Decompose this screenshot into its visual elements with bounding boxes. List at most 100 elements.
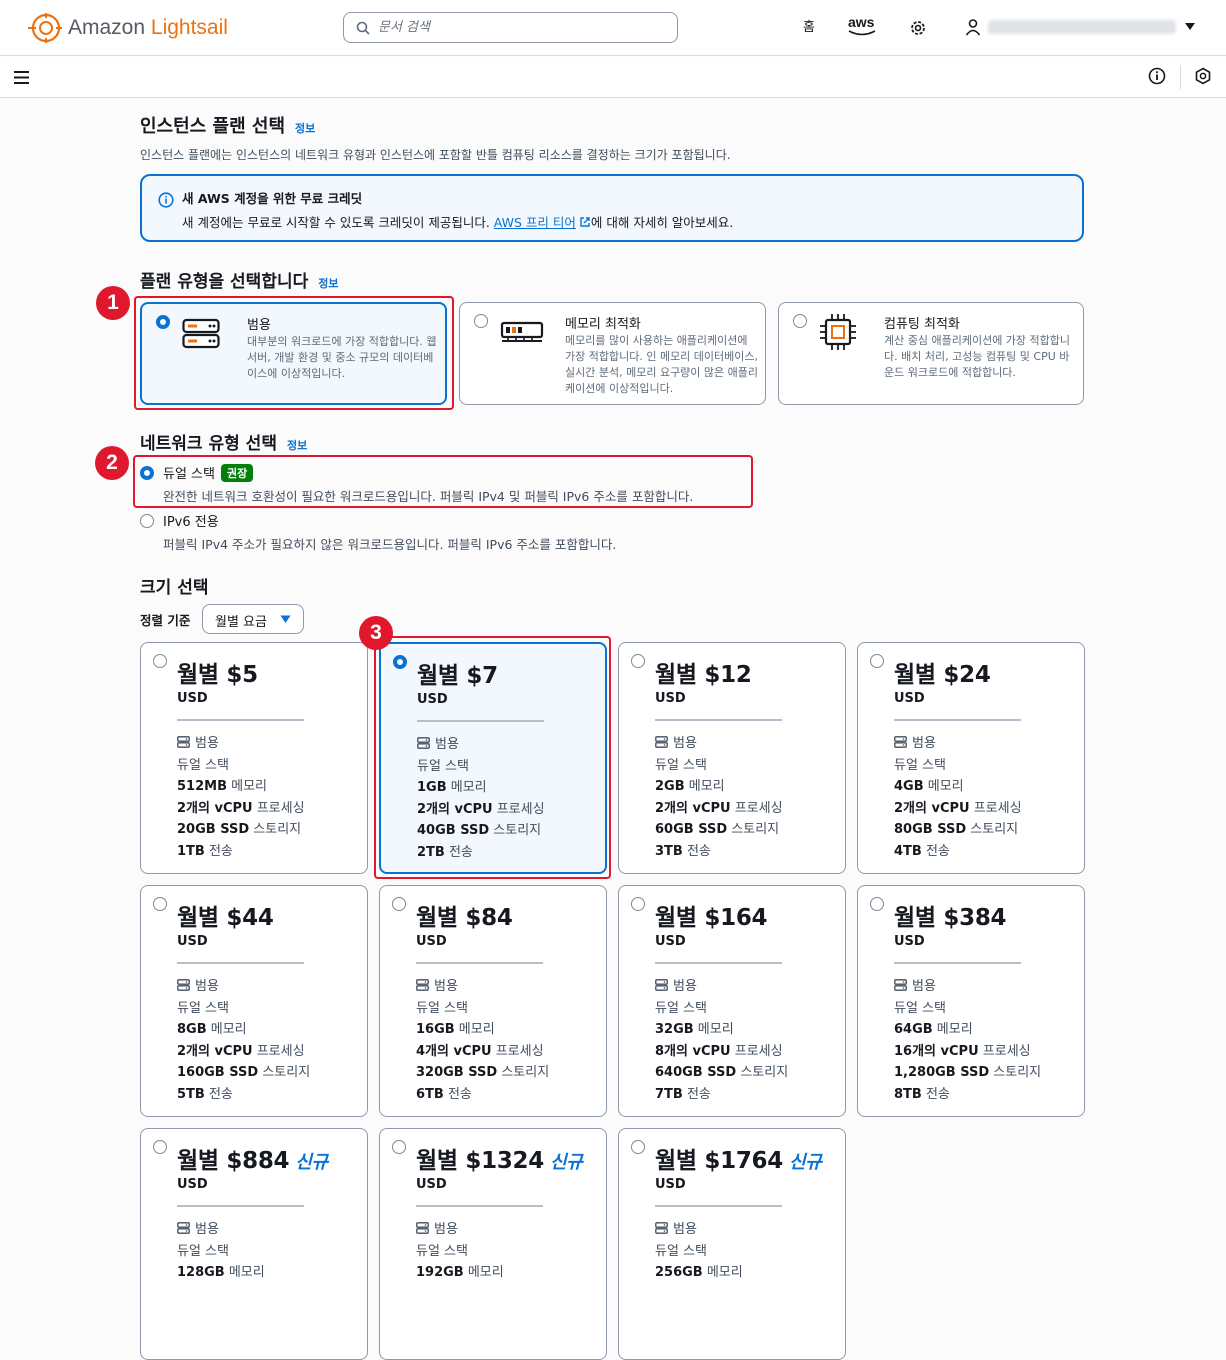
- size-card-radio[interactable]: [392, 897, 406, 911]
- size-card-specs: 범용 듀얼 스택 8GB 메모리 2개의 vCPU 프로세싱 160GB SSD 스토리…: [177, 976, 310, 1106]
- user-icon[interactable]: [964, 18, 982, 36]
- size-card-price: 월별 $384: [894, 905, 1007, 931]
- size-card-divider: [177, 962, 304, 964]
- doc-search-input[interactable]: [378, 20, 658, 35]
- size-card-price: 월별 $1764 신규: [655, 1148, 822, 1174]
- alert-body: 새 계정에는 무료로 시작할 수 있도록 크레딧이 제공됩니다. AWS 프리 …: [182, 215, 734, 230]
- info-circle-icon: [158, 192, 174, 208]
- size-card-currency: USD: [655, 934, 686, 949]
- aws-console-link[interactable]: aws: [848, 14, 876, 36]
- spec-storage: 1,280GB SSD 스토리지: [894, 1065, 1042, 1081]
- size-card-currency: USD: [177, 934, 208, 949]
- size-card-currency: USD: [416, 1177, 447, 1192]
- plan-memory-radio[interactable]: [474, 314, 488, 328]
- spec-type: 범용: [416, 1219, 504, 1241]
- sort-select[interactable]: 월별 요금: [202, 604, 304, 634]
- size-card-radio[interactable]: [870, 897, 884, 911]
- spec-storage: 160GB SSD 스토리지: [177, 1065, 311, 1081]
- size-card-radio[interactable]: [153, 1140, 167, 1154]
- plan-memory-optimized[interactable]: 메모리 최적화 메모리를 많이 사용하는 애플리케이션에 가장 적합합니다. 인…: [459, 302, 766, 405]
- size-card-price: 월별 $1324 신규: [416, 1148, 583, 1174]
- server-small-icon: [416, 1222, 429, 1234]
- instance-plan-description: 인스턴스 플랜에는 인스턴스의 네트워크 유형과 인스턴스에 포함할 반틀 컴퓨…: [140, 148, 731, 162]
- spec-cpu: 2개의 vCPU 프로세싱: [177, 1043, 305, 1059]
- size-card[interactable]: 월별 $884 신규 USD 범용 듀얼 스택 128GB 메모리: [140, 1128, 368, 1360]
- server-small-icon: [655, 979, 668, 991]
- size-card-divider: [655, 719, 782, 721]
- network-type-info-link[interactable]: 정보: [287, 437, 307, 453]
- size-card-radio[interactable]: [870, 654, 884, 668]
- resources-icon[interactable]: [1194, 67, 1212, 85]
- size-card-specs: 범용 듀얼 스택 64GB 메모리 16개의 vCPU 프로세싱 1,280GB SSD…: [894, 976, 1041, 1106]
- size-card-currency: USD: [894, 934, 925, 949]
- plan-compute-optimized[interactable]: 컴퓨팅 최적화 계산 중심 애플리케이션에 가장 적합합니다. 배치 처리, 고…: [778, 302, 1084, 405]
- aws-free-tier-link[interactable]: AWS 프리 티어: [494, 215, 576, 230]
- spec-network: 듀얼 스택: [416, 1000, 468, 1016]
- spec-transfer: 5TB 전송: [177, 1086, 233, 1102]
- size-card[interactable]: 월별 $1324 신규 USD 범용 듀얼 스택 192GB 메모리: [379, 1128, 607, 1360]
- ipv6-only-radio[interactable]: [140, 513, 154, 528]
- size-card[interactable]: 월별 $24 USD 범용 듀얼 스택 4GB 메모리 2개의 vCPU 프로세싱 80GB…: [857, 642, 1085, 874]
- menu-icon[interactable]: [14, 71, 29, 84]
- spec-transfer: 4TB 전송: [894, 843, 950, 859]
- server-small-icon: [894, 736, 907, 748]
- size-card[interactable]: 월별 $164 USD 범용 듀얼 스택 32GB 메모리 8개의 vCPU 프로세싱 64…: [618, 885, 846, 1117]
- size-card-price: 월별 $44: [177, 905, 274, 931]
- alert-title: 새 AWS 계정을 위한 무료 크레딧: [182, 191, 363, 206]
- spec-network: 듀얼 스택: [177, 757, 229, 773]
- size-card-divider: [177, 719, 304, 721]
- size-card-radio[interactable]: [153, 654, 167, 668]
- spec-type: 범용: [894, 733, 1022, 755]
- highlight-box-3: [374, 636, 611, 879]
- size-card[interactable]: 월별 $384 USD 범용 듀얼 스택 64GB 메모리 16개의 vCPU 프로세싱 1…: [857, 885, 1085, 1117]
- instance-plan-info-link[interactable]: 정보: [295, 120, 315, 136]
- spec-network: 듀얼 스택: [416, 1243, 468, 1259]
- size-card-radio[interactable]: [631, 1140, 645, 1154]
- highlight-box-1: [134, 296, 454, 410]
- size-card-price: 월별 $5: [177, 662, 258, 688]
- external-link-icon[interactable]: [579, 216, 591, 228]
- size-card[interactable]: 월별 $5 USD 범용 듀얼 스택 512MB 메모리 2개의 vCPU 프로세싱 20G…: [140, 642, 368, 874]
- gear-icon[interactable]: [909, 19, 927, 37]
- doc-search-box[interactable]: [343, 12, 678, 43]
- server-small-icon: [177, 979, 190, 991]
- annotation-badge-1: 1: [96, 286, 130, 320]
- spec-cpu: 8개의 vCPU 프로세싱: [655, 1043, 783, 1059]
- size-card-divider: [655, 962, 782, 964]
- instance-plan-title: 인스턴스 플랜 선택 정보: [140, 116, 316, 137]
- size-card[interactable]: 월별 $44 USD 범용 듀얼 스택 8GB 메모리 2개의 vCPU 프로세싱 160G…: [140, 885, 368, 1117]
- size-card-specs: 범용 듀얼 스택 512MB 메모리 2개의 vCPU 프로세싱 20GB SSD 스토…: [177, 733, 305, 863]
- spec-transfer: 8TB 전송: [894, 1086, 950, 1102]
- home-link[interactable]: 홈: [803, 16, 815, 35]
- spec-storage: 640GB SSD 스토리지: [655, 1065, 789, 1081]
- sort-value: 월별 요금: [215, 615, 267, 630]
- size-card[interactable]: 월별 $1764 신규 USD 범용 듀얼 스택 256GB 메모리: [618, 1128, 846, 1360]
- size-card-radio[interactable]: [153, 897, 167, 911]
- caret-down-icon[interactable]: [1184, 22, 1196, 32]
- network-option-ipv6-only[interactable]: IPv6 전용 퍼블릭 IPv4 주소가 필요하지 않은 워크로드용입니다. 퍼…: [140, 511, 616, 553]
- size-card-radio[interactable]: [631, 654, 645, 668]
- size-card-radio[interactable]: [392, 1140, 406, 1154]
- size-card-specs: 범용 듀얼 스택 2GB 메모리 2개의 vCPU 프로세싱 60GB SSD 스토리지…: [655, 733, 783, 863]
- ipv6-only-label: IPv6 전용: [163, 515, 219, 530]
- server-small-icon: [177, 736, 190, 748]
- lightsail-logo[interactable]: Amazon Lightsail: [26, 12, 228, 44]
- plan-compute-radio[interactable]: [793, 314, 807, 328]
- info-panel-icon[interactable]: [1148, 67, 1166, 85]
- spec-memory: 128GB 메모리: [177, 1265, 265, 1281]
- spec-memory: 2GB 메모리: [655, 779, 725, 795]
- new-badge: 신규: [788, 1152, 822, 1173]
- size-card[interactable]: 월별 $12 USD 범용 듀얼 스택 2GB 메모리 2개의 vCPU 프로세싱 60GB…: [618, 642, 846, 874]
- spec-memory: 32GB 메모리: [655, 1022, 734, 1038]
- plan-memory-desc: 메모리를 많이 사용하는 애플리케이션에 가장 적합합니다. 인 메모리 데이터…: [565, 334, 759, 395]
- size-card-price: 월별 $164: [655, 905, 768, 931]
- server-small-icon: [894, 979, 907, 991]
- account-name-redacted[interactable]: [988, 20, 1176, 34]
- network-type-title: 네트워크 유형 선택 정보: [140, 434, 308, 454]
- size-card-radio[interactable]: [631, 897, 645, 911]
- size-card[interactable]: 월별 $84 USD 범용 듀얼 스택 16GB 메모리 4개의 vCPU 프로세싱 320…: [379, 885, 607, 1117]
- plan-type-info-link[interactable]: 정보: [318, 275, 338, 291]
- spec-network: 듀얼 스택: [655, 1243, 707, 1259]
- spec-network: 듀얼 스택: [894, 1000, 946, 1016]
- lightsail-logo-icon: [28, 13, 62, 43]
